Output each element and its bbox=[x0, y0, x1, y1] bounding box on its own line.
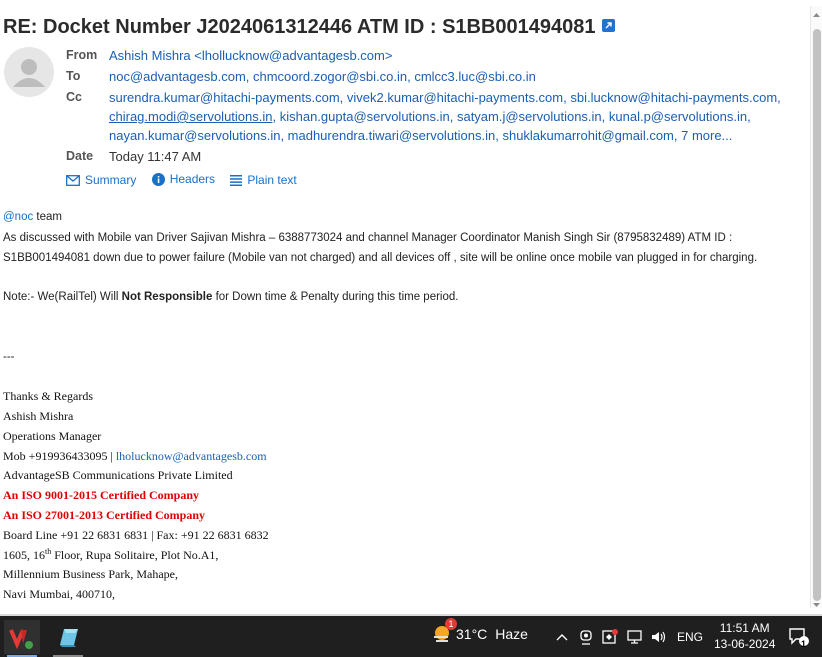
taskbar-app-v-icon[interactable] bbox=[4, 620, 40, 657]
cc-recipients-line[interactable]: surendra.kumar@hitachi-payments.com, viv… bbox=[109, 90, 781, 105]
plain-text-link[interactable]: Plain text bbox=[230, 173, 297, 187]
greeting: @noc team bbox=[3, 211, 62, 223]
body-line-1: As discussed with Mobile van Driver Saji… bbox=[3, 232, 733, 244]
headers-label: Headers bbox=[169, 172, 216, 186]
notification-center-icon[interactable] bbox=[788, 626, 810, 648]
body-separator: --- bbox=[3, 351, 15, 363]
weather-alert-badge: 1 bbox=[445, 618, 457, 630]
summary-link[interactable]: Summary bbox=[66, 173, 136, 187]
weather-widget[interactable]: 1 31°C Haze bbox=[432, 618, 528, 642]
input-language-indicator[interactable]: ENG bbox=[677, 630, 703, 644]
scroll-up-arrow-icon[interactable] bbox=[811, 10, 822, 20]
mail-app-icon bbox=[60, 629, 78, 647]
subject-text: RE: Docket Number J2024061312446 ATM ID … bbox=[3, 16, 596, 38]
sender-avatar bbox=[4, 47, 54, 97]
sig-iso-9001: An ISO 9001-2015 Certified Company bbox=[3, 488, 200, 502]
plain-text-label: Plain text bbox=[247, 173, 297, 187]
cc-recipients-line[interactable]: nayan.kumar@servolutions.in, madhurendra… bbox=[109, 128, 732, 143]
show-hidden-icons-chevron-icon[interactable] bbox=[555, 628, 569, 646]
volume-speaker-icon[interactable] bbox=[650, 628, 668, 646]
email-subject: RE: Docket Number J2024061312446 ATM ID … bbox=[3, 16, 615, 39]
list-lines-icon bbox=[230, 174, 243, 186]
sig-address-3: Navi Mumbai, 400710, bbox=[3, 587, 115, 601]
open-in-new-window-icon[interactable] bbox=[601, 19, 615, 33]
envelope-icon bbox=[66, 174, 80, 186]
date-value: Today 11:47 AM bbox=[109, 149, 202, 164]
sig-thanks: Thanks & Regards bbox=[3, 389, 93, 403]
network-ethernet-icon[interactable] bbox=[626, 628, 644, 646]
view-mode-bar: Summary Headers Plain text bbox=[66, 172, 309, 189]
system-clock[interactable]: 11:51 AM 13-06-2024 bbox=[714, 620, 775, 652]
from-value[interactable]: Ashish Mishra <lhollucknow@advantagesb.c… bbox=[109, 48, 392, 63]
summary-label: Summary bbox=[85, 173, 137, 187]
body-line-2: S1BB001494081 down due to power failure … bbox=[3, 252, 758, 264]
weather-temperature: 31°C bbox=[456, 626, 488, 642]
sig-company: AdvantageSB Communications Private Limit… bbox=[3, 468, 233, 482]
sig-iso-27001: An ISO 27001-2013 Certified Company bbox=[3, 508, 206, 522]
sig-address-1: 1605, 16th Floor, Rupa Solitaire, Plot N… bbox=[3, 547, 218, 563]
taskbar-app-mail[interactable] bbox=[50, 620, 86, 657]
sig-address-2: Millennium Business Park, Mahape, bbox=[3, 567, 178, 581]
meet-camera-icon[interactable] bbox=[578, 628, 594, 646]
cc-recipient-hovered[interactable]: chirag.modi@servolutions.in bbox=[109, 109, 273, 124]
sig-mobile: Mob +919936433095 | lholucknow@advantage… bbox=[3, 449, 267, 464]
security-app-icon[interactable] bbox=[601, 628, 619, 646]
scroll-down-arrow-icon[interactable] bbox=[811, 600, 822, 610]
note-suffix: for Down time & Penalty during this time… bbox=[212, 291, 459, 303]
body-note: Note:- We(RailTel) Will Not Responsible … bbox=[3, 291, 458, 303]
note-bold: Not Responsible bbox=[121, 291, 213, 303]
clock-date: 13-06-2024 bbox=[714, 637, 776, 651]
sig-phones: Board Line +91 22 6831 6831 | Fax: +91 2… bbox=[3, 528, 269, 542]
note-prefix: Note:- We(RailTel) Will bbox=[3, 291, 122, 303]
clock-time: 11:51 AM bbox=[719, 621, 770, 635]
cc-label: Cc bbox=[66, 90, 82, 104]
sig-mobile-number: Mob +919936433095 | bbox=[3, 449, 116, 463]
scrollbar-thumb[interactable] bbox=[813, 29, 821, 601]
sig-address-1b: Floor, Rupa Solitaire, Plot No.A1, bbox=[51, 548, 219, 562]
sig-title: Operations Manager bbox=[3, 429, 102, 443]
greeting-text: team bbox=[33, 211, 62, 223]
headers-link[interactable]: Headers bbox=[151, 172, 216, 186]
weather-description: Haze bbox=[495, 626, 528, 642]
to-label: To bbox=[66, 69, 81, 83]
cc-recipients-line[interactable]: chirag.modi@servolutions.in, kishan.gupt… bbox=[109, 109, 751, 124]
person-icon bbox=[13, 59, 45, 87]
sig-address-1a: 1605, 16 bbox=[3, 548, 45, 562]
from-label: From bbox=[66, 48, 98, 62]
sig-email-link[interactable]: lholucknow@advantagesb.com bbox=[116, 449, 267, 463]
mention-noc[interactable]: @noc bbox=[3, 211, 33, 223]
email-viewer: RE: Docket Number J2024061312446 ATM ID … bbox=[0, 0, 822, 614]
taskbar: 1 31°C Haze ENG 11:51 AM 13-06-2024 1 bbox=[0, 616, 822, 657]
v-app-logo-icon bbox=[9, 629, 33, 650]
cc-recipients-rest[interactable]: , kishan.gupta@servolutions.in, satyam.j… bbox=[273, 109, 751, 124]
sig-name: Ashish Mishra bbox=[3, 409, 74, 423]
to-value[interactable]: noc@advantagesb.com, chmcoord.zogor@sbi.… bbox=[109, 69, 536, 84]
info-icon bbox=[151, 172, 165, 186]
notification-count: 1 bbox=[801, 639, 807, 649]
date-label: Date bbox=[66, 149, 94, 163]
